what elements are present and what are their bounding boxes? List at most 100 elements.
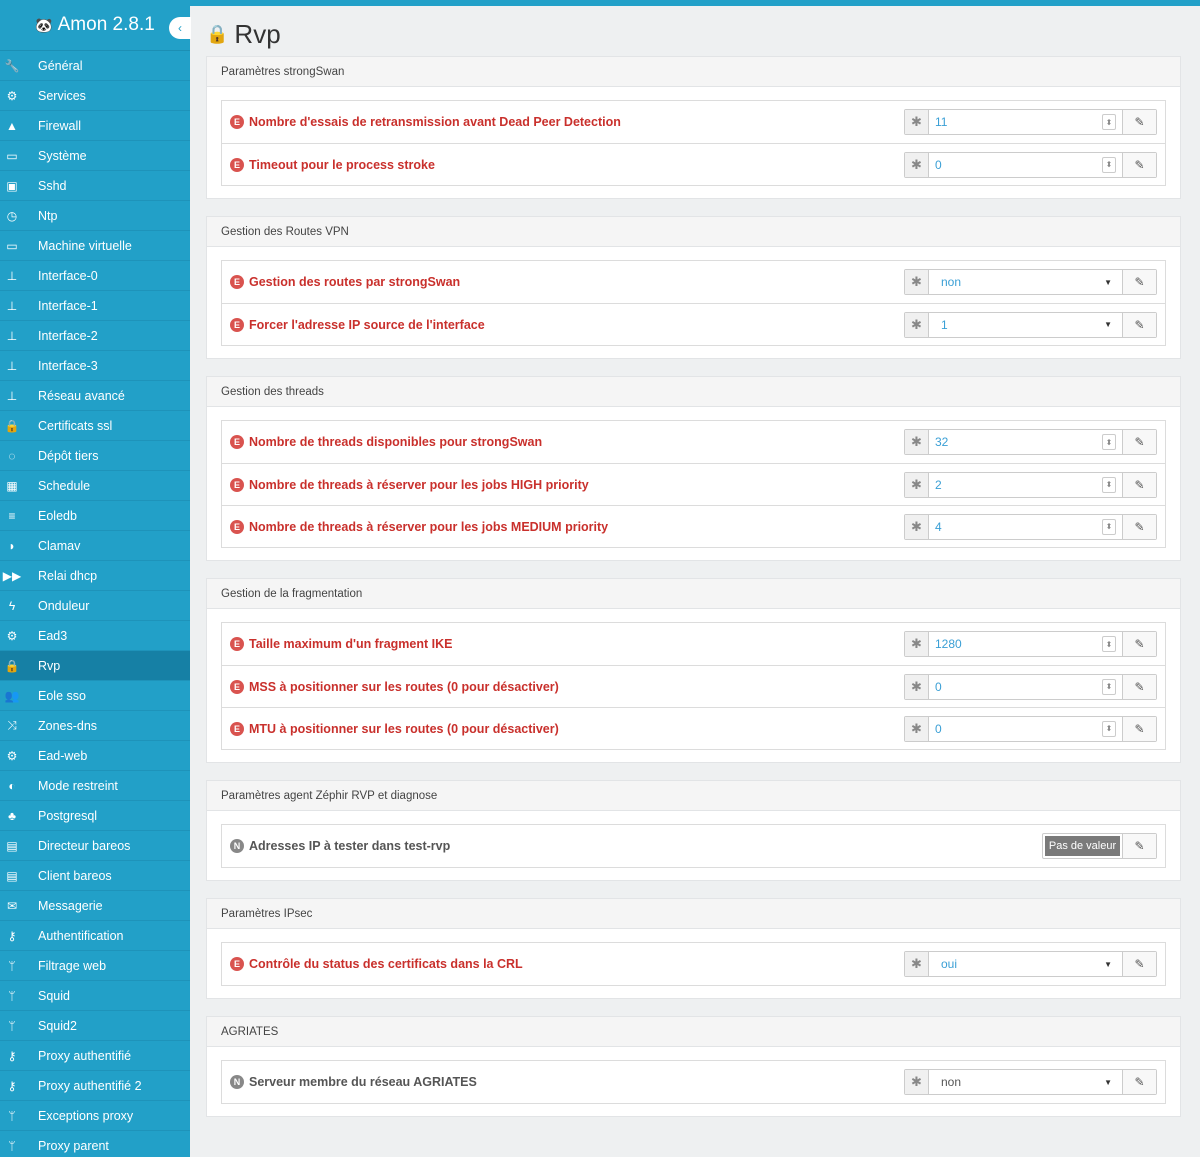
- sidebar-item-certificats-ssl[interactable]: 🔒 Certificats ssl: [0, 411, 190, 441]
- sidebar-item-machine-virtuelle[interactable]: ▭ Machine virtuelle: [0, 231, 190, 261]
- number-input[interactable]: 0 ⬍: [929, 153, 1122, 177]
- sidebar-item-filtrage-web[interactable]: ᛘ Filtrage web: [0, 951, 190, 981]
- sidebar-item-exceptions-proxy[interactable]: ᛘ Exceptions proxy: [0, 1101, 190, 1131]
- panel-body: E Contrôle du status des certificats dans…: [207, 929, 1180, 998]
- edit-icon[interactable]: ✎: [1122, 1070, 1156, 1094]
- sitemap-icon: ⊥: [6, 388, 18, 403]
- setting-label: E MTU à positionner sur les routes (0 pou…: [230, 721, 904, 736]
- sidebar-item-clamav[interactable]: ◗ Clamav: [0, 531, 190, 561]
- spinner-icon[interactable]: ⬍: [1102, 114, 1116, 130]
- page-title: 🔒 Rvp: [206, 12, 1181, 56]
- spinner-icon[interactable]: ⬍: [1102, 518, 1116, 535]
- sidebar-item-firewall[interactable]: ▲ Firewall: [0, 111, 190, 141]
- sidebar-item-eole-sso[interactable]: 👥 Eole sso: [0, 681, 190, 711]
- sidebar-item-proxy-authentifi-[interactable]: ⚷ Proxy authentifié: [0, 1041, 190, 1071]
- panel-heading: Gestion de la fragmentation: [207, 579, 1180, 609]
- sidebar-item-label: Eoledb: [38, 508, 77, 523]
- sidebar-item-d-p-t-tiers[interactable]: ◌ Dépôt tiers: [0, 441, 190, 471]
- sidebar-item-label: Proxy parent: [38, 1138, 109, 1153]
- sidebar-item-ead-web[interactable]: ⚙ Ead-web: [0, 741, 190, 771]
- number-input[interactable]: 2 ⬍: [929, 473, 1122, 497]
- sidebar-item-interface-1[interactable]: ⊥ Interface-1: [0, 291, 190, 321]
- edit-icon[interactable]: ✎: [1122, 674, 1156, 699]
- setting-label-text: Nombre d'essais de retransmission avant …: [249, 115, 621, 129]
- select-input[interactable]: non ▼: [929, 1070, 1122, 1094]
- sidebar-item-squid[interactable]: ᛘ Squid: [0, 981, 190, 1011]
- sidebar-item-interface-2[interactable]: ⊥ Interface-2: [0, 321, 190, 351]
- sidebar-item-syst-me[interactable]: ▭ Système: [0, 141, 190, 171]
- expert-mode-badge: E: [230, 115, 244, 129]
- sidebar-item-label: Messagerie: [38, 898, 103, 913]
- setting-control: ✱ 0 ⬍ ✎: [904, 715, 1157, 742]
- select-input[interactable]: non ▼: [929, 270, 1122, 294]
- number-input[interactable]: 4 ⬍: [929, 515, 1122, 539]
- sidebar-item-squid2[interactable]: ᛘ Squid2: [0, 1011, 190, 1041]
- calendar-icon: ▦: [6, 478, 18, 493]
- asterisk-icon: ✱: [905, 472, 929, 497]
- spinner-icon[interactable]: ⬍: [1102, 156, 1116, 173]
- sidebar-item-eoledb[interactable]: ≡ Eoledb: [0, 501, 190, 531]
- sidebar-item-interface-3[interactable]: ⊥ Interface-3: [0, 351, 190, 381]
- sidebar-item-sshd[interactable]: ▣ Sshd: [0, 171, 190, 201]
- edit-icon[interactable]: ✎: [1122, 110, 1156, 134]
- sidebar-item-ntp[interactable]: ◷ Ntp: [0, 201, 190, 231]
- collapse-sidebar-button[interactable]: ‹: [169, 17, 191, 39]
- sidebar-item-postgresql[interactable]: ♣ Postgresql: [0, 801, 190, 831]
- setting-label: E MSS à positionner sur les routes (0 pou…: [230, 679, 904, 694]
- sidebar-item-relai-dhcp[interactable]: ▶▶ Relai dhcp: [0, 561, 190, 591]
- sidebar-item-ead3[interactable]: ⚙ Ead3: [0, 621, 190, 651]
- sidebar-item-proxy-authentifi-2[interactable]: ⚷ Proxy authentifié 2: [0, 1071, 190, 1101]
- spinner-icon[interactable]: ⬍: [1102, 720, 1116, 737]
- sidebar-item-label: Services: [38, 88, 86, 103]
- edit-icon[interactable]: ✎: [1122, 834, 1156, 858]
- settings-panel: Paramètres strongSwan E Nombre d'essais de…: [206, 56, 1181, 199]
- edit-icon[interactable]: ✎: [1122, 152, 1156, 177]
- number-input[interactable]: 1280 ⬍: [929, 632, 1122, 656]
- spinner-icon[interactable]: ⬍: [1102, 636, 1116, 652]
- no-value-button[interactable]: Pas de valeur: [1045, 836, 1120, 856]
- sidebar-item-proxy-parent[interactable]: ᛘ Proxy parent: [0, 1131, 190, 1157]
- database-icon: ≡: [8, 508, 16, 523]
- spinner-icon[interactable]: ⬍: [1102, 434, 1116, 450]
- number-input[interactable]: 32 ⬍: [929, 430, 1122, 454]
- number-input[interactable]: 0 ⬍: [929, 717, 1122, 741]
- edit-icon[interactable]: ✎: [1122, 632, 1156, 656]
- settings-panel: Gestion des Routes VPN E Gestion des route…: [206, 216, 1181, 359]
- edit-icon[interactable]: ✎: [1122, 270, 1156, 294]
- setting-label-text: Forcer l'adresse IP source de l'interfac…: [249, 317, 485, 332]
- spinner-icon[interactable]: ⬍: [1102, 476, 1116, 493]
- key-icon: ⚷: [7, 1078, 17, 1093]
- edit-icon[interactable]: ✎: [1122, 952, 1156, 976]
- number-input[interactable]: 0 ⬍: [929, 675, 1122, 699]
- sidebar-item-messagerie[interactable]: ✉ Messagerie: [0, 891, 190, 921]
- sidebar-item-authentification[interactable]: ⚷ Authentification: [0, 921, 190, 951]
- sidebar-item-zones-dns[interactable]: ⤨ Zones-dns: [0, 711, 190, 741]
- fast-forward-icon: ▶▶: [2, 568, 22, 583]
- asterisk-icon: ✱: [905, 514, 929, 539]
- sidebar-item-mode-restreint[interactable]: ◐ Mode restreint: [0, 771, 190, 801]
- sidebar-item-services[interactable]: ⚙ Services: [0, 81, 190, 111]
- sidebar-item-client-bareos[interactable]: ▤ Client bareos: [0, 861, 190, 891]
- sidebar-item-rvp[interactable]: 🔒 Rvp: [0, 651, 190, 681]
- select-input[interactable]: 1 ▼: [929, 313, 1122, 337]
- sidebar-item-onduleur[interactable]: ϟ Onduleur: [0, 591, 190, 621]
- desktop-icon: ▭: [6, 238, 18, 253]
- edit-icon[interactable]: ✎: [1122, 514, 1156, 539]
- brand[interactable]: 🐼 Amon 2.8.1: [0, 0, 190, 51]
- sidebar-item-r-seau-avanc-[interactable]: ⊥ Réseau avancé: [0, 381, 190, 411]
- edit-icon[interactable]: ✎: [1122, 716, 1156, 741]
- setting-row: E Taille maximum d'un fragment IKE ✱ 1280 ⬍ ✎: [222, 623, 1165, 665]
- sidebar-item-g-n-ral[interactable]: 🔧 Général: [0, 51, 190, 81]
- asterisk-icon: ✱: [905, 430, 929, 454]
- number-input[interactable]: 11 ⬍: [929, 110, 1122, 134]
- edit-icon[interactable]: ✎: [1122, 312, 1156, 337]
- edit-icon[interactable]: ✎: [1122, 472, 1156, 497]
- sidebar-item-directeur-bareos[interactable]: ▤ Directeur bareos: [0, 831, 190, 861]
- edit-icon[interactable]: ✎: [1122, 430, 1156, 454]
- select-input[interactable]: oui ▼: [929, 952, 1122, 976]
- spinner-icon[interactable]: ⬍: [1102, 678, 1116, 695]
- sidebar-item-interface-0[interactable]: ⊥ Interface-0: [0, 261, 190, 291]
- sidebar-item-label: Directeur bareos: [38, 838, 131, 853]
- sidebar-item-schedule[interactable]: ▦ Schedule: [0, 471, 190, 501]
- setting-label-text: Taille maximum d'un fragment IKE: [249, 637, 453, 651]
